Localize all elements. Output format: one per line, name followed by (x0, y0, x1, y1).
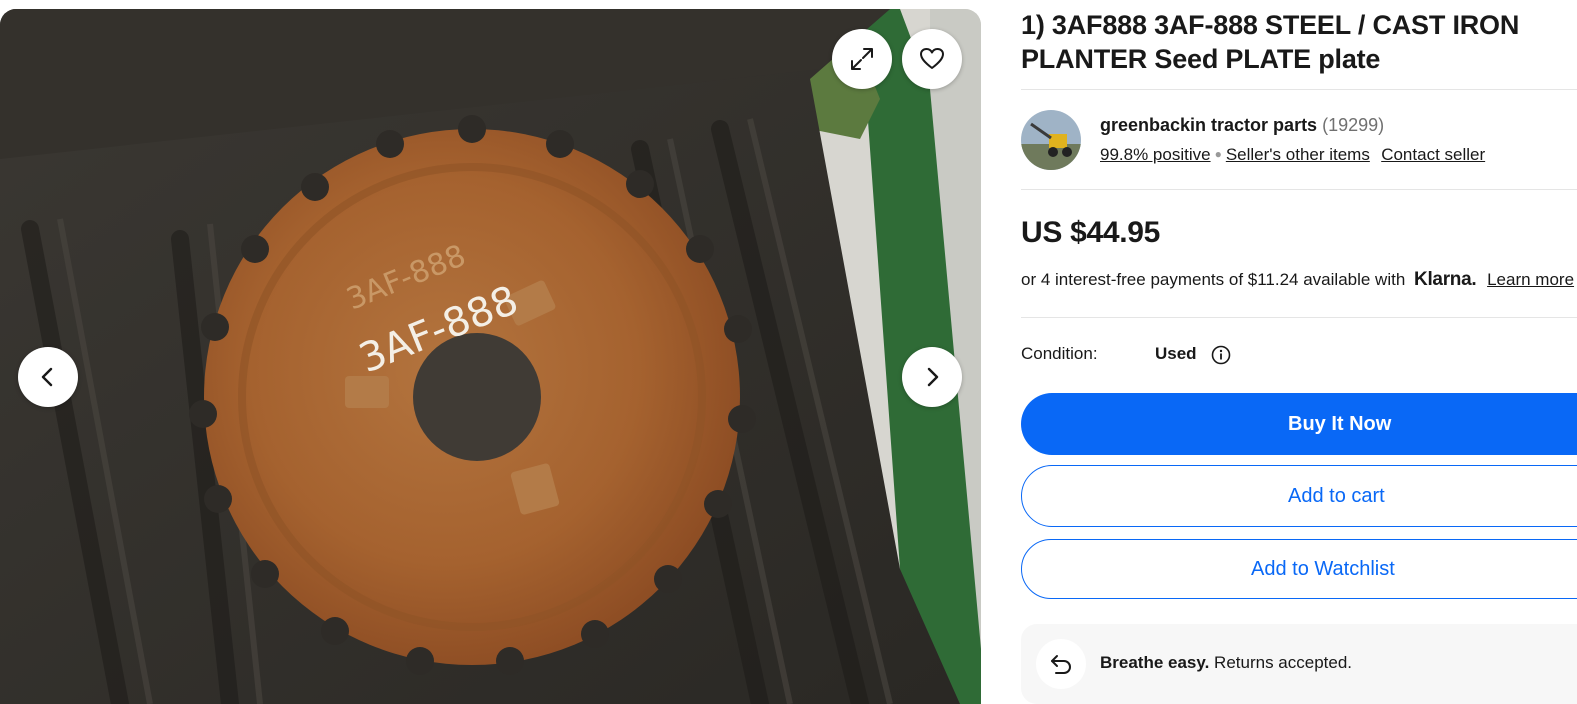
klarna-logo: Klarna. (1414, 269, 1477, 290)
seller-name[interactable]: greenbackin tractor parts (1100, 115, 1317, 135)
buy-it-now-button[interactable]: Buy It Now (1021, 393, 1577, 455)
installment-info: or 4 interest-free payments of $11.24 av… (1021, 269, 1574, 291)
condition-label: Condition: (1021, 344, 1098, 363)
seller-feedback-count: (19299) (1322, 115, 1385, 135)
heart-icon (920, 48, 944, 69)
divider (1021, 189, 1577, 190)
expand-image-button[interactable] (832, 29, 892, 89)
expand-icon (851, 48, 873, 70)
previous-image-button[interactable] (18, 347, 78, 407)
item-price: US $44.95 (1021, 216, 1161, 249)
positive-feedback-link[interactable]: 99.8% positive (1100, 145, 1211, 164)
buy-it-now-label: Buy It Now (1288, 412, 1392, 435)
seller-card: greenbackin tractor parts (19299) 99.8% … (1021, 110, 1577, 172)
seller-links: 99.8% positive ● Seller's other items Cont… (1100, 145, 1485, 165)
learn-more-link[interactable]: Learn more (1487, 270, 1574, 289)
chevron-left-icon (41, 367, 53, 387)
product-photo[interactable]: 3AF-888 3AF-888 (0, 9, 981, 704)
installment-text: or 4 interest-free payments of $11.24 av… (1021, 270, 1406, 289)
item-title: 1) 3AF888 3AF-888 STEEL / CAST IRON PLAN… (1021, 10, 1520, 74)
watch-heart-button[interactable] (902, 29, 962, 89)
add-to-watchlist-label: Add to Watchlist (1251, 557, 1395, 580)
seller-other-items-link[interactable]: Seller's other items (1226, 145, 1370, 164)
separator-dot: ● (1214, 147, 1222, 161)
chevron-right-icon (927, 367, 939, 387)
contact-seller-link[interactable]: Contact seller (1381, 145, 1485, 164)
info-icon[interactable] (1211, 345, 1231, 365)
separator-dot (1374, 147, 1377, 161)
seller-name-line: greenbackin tractor parts (19299) (1100, 115, 1384, 136)
return-arrow-icon (1036, 639, 1086, 689)
add-to-cart-button[interactable]: Add to cart (1021, 465, 1577, 527)
seller-avatar[interactable] (1021, 110, 1081, 170)
returns-headline: Breathe easy. (1100, 653, 1210, 672)
divider (1021, 317, 1577, 318)
listing-info-panel: 1) 3AF888 3AF-888 STEEL / CAST IRON PLAN… (1021, 0, 1577, 704)
condition-value: Used (1155, 344, 1197, 363)
returns-panel: Breathe easy. Returns accepted. (1021, 624, 1577, 704)
image-gallery: 3AF-888 3AF-888 (0, 9, 981, 704)
next-image-button[interactable] (902, 347, 962, 407)
returns-text: Breathe easy. Returns accepted. (1100, 653, 1352, 673)
returns-detail: Returns accepted. (1214, 653, 1353, 672)
divider (1021, 89, 1577, 90)
add-to-cart-label: Add to cart (1288, 484, 1385, 507)
add-to-watchlist-button[interactable]: Add to Watchlist (1021, 539, 1577, 599)
